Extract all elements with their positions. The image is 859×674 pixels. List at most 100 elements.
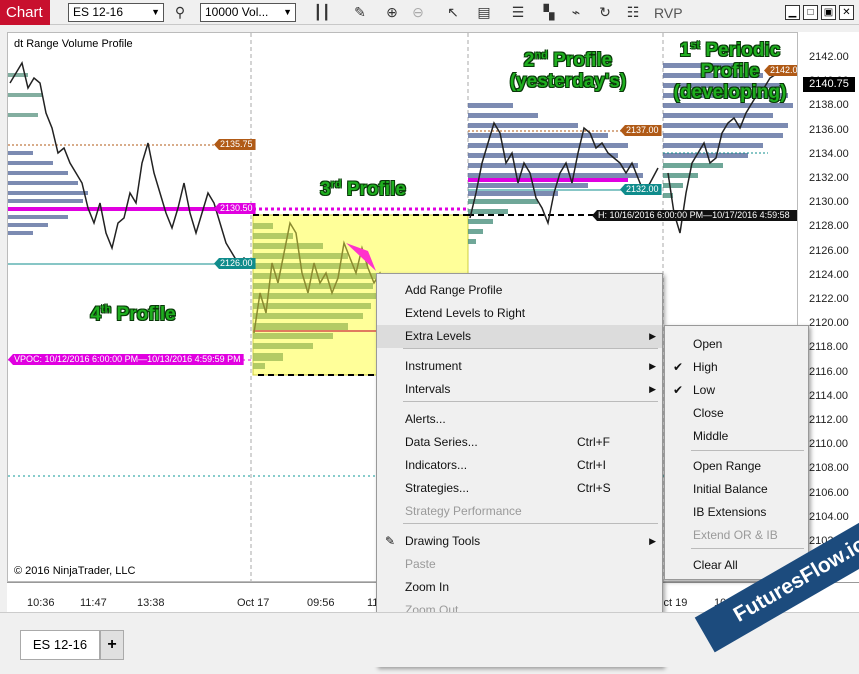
- submenu-item-label: Low: [693, 383, 716, 397]
- profile-2-histogram-low: [468, 199, 538, 244]
- menu-item-drawing-tools[interactable]: Drawing Tools ▶ ✎: [377, 530, 662, 553]
- chevron-down-icon: ▼: [151, 7, 160, 17]
- rvp-label[interactable]: RVP: [654, 5, 683, 21]
- submenu-item-open-range[interactable]: Open Range: [665, 455, 808, 478]
- menu-item-label: Instrument: [405, 359, 462, 373]
- submenu-item-open[interactable]: Open: [665, 333, 808, 356]
- checkmark-icon: ✔: [673, 383, 684, 397]
- menu-item-extend-levels-to-right[interactable]: Extend Levels to Right: [377, 302, 662, 325]
- menu-item-label: Add Range Profile: [405, 283, 503, 297]
- toolbar: Chart ES 12-16 ▼ ⚲ 10000 Vol... ▼ ┃┃ ✎ ⊕ ⊖…: [0, 0, 859, 25]
- zoom-in-icon[interactable]: ⊕: [382, 3, 402, 22]
- profile-2-histogram: [468, 103, 643, 196]
- strategy-icon[interactable]: ▚: [539, 3, 559, 22]
- submenu-item-high[interactable]: High ✔: [665, 356, 808, 379]
- menu-separator: [691, 548, 804, 549]
- menu-item-strategies[interactable]: Strategies... Ctrl+S: [377, 477, 662, 500]
- price-tag-2137: 2137.00: [620, 125, 662, 136]
- high-range-tag: H: 10/16/2016 6:00:00 PM—10/17/2016 4:59…: [592, 210, 797, 221]
- minimize-button[interactable]: ▁: [785, 5, 800, 20]
- cursor-icon[interactable]: ↖: [443, 3, 463, 22]
- menu-shortcut: Ctrl+F: [577, 435, 610, 449]
- x-tick-label: 09:56: [307, 597, 335, 609]
- annotation-profile-4: 4th Profile: [90, 304, 176, 326]
- search-icon[interactable]: ⚲: [170, 3, 190, 22]
- last-price-marker: 2140.75: [803, 77, 855, 92]
- price-tag-2126: 2126.00: [214, 258, 256, 269]
- menu-item-label: Extra Levels: [405, 329, 472, 343]
- interval-value: 10000 Vol...: [205, 5, 269, 19]
- menu-item-label: Strategies...: [405, 481, 470, 495]
- y-tick-label: 2126.00: [809, 244, 849, 257]
- checkmark-icon: ✔: [673, 360, 684, 374]
- submenu-item-middle[interactable]: Middle: [665, 425, 808, 448]
- submenu-item-label: Open: [693, 337, 723, 351]
- menu-item-alerts[interactable]: Alerts...: [377, 408, 662, 431]
- y-tick-label: 2124.00: [809, 268, 849, 281]
- copyright-label: © 2016 NinjaTrader, LLC: [14, 565, 136, 577]
- close-button[interactable]: ✕: [839, 5, 854, 20]
- y-tick-label: 2114.00: [809, 389, 848, 402]
- submenu-item-label: Middle: [693, 429, 729, 443]
- bar-style-icon[interactable]: ┃┃: [312, 3, 332, 22]
- menu-item-indicators[interactable]: Indicators... Ctrl+I: [377, 454, 662, 477]
- profile-1-histogram-low: [663, 163, 723, 198]
- x-tick-label: 10:36: [27, 597, 55, 609]
- indicators-icon[interactable]: ⌁: [566, 3, 586, 22]
- price-tag-2142: 2142.00: [764, 65, 797, 76]
- annotation-profile-2: 2nd Profile (yesterday's): [509, 50, 627, 93]
- pencil-icon[interactable]: ✎: [350, 3, 370, 22]
- menu-item-label: Data Series...: [405, 435, 478, 449]
- y-tick-label: 2118.00: [809, 341, 848, 354]
- submenu-item-ib-extensions[interactable]: IB Extensions: [665, 501, 808, 524]
- menu-item-add-range-profile[interactable]: Add Range Profile: [377, 279, 662, 302]
- x-tick-label: 13:38: [137, 597, 165, 609]
- interval-selector[interactable]: 10000 Vol... ▼: [200, 3, 296, 22]
- maximize-button[interactable]: □: [803, 5, 818, 20]
- submenu-item-label: IB Extensions: [693, 505, 767, 519]
- menu-item-paste: Paste: [377, 553, 662, 576]
- tab-instrument[interactable]: ES 12-16: [20, 630, 100, 660]
- menu-item-instrument[interactable]: Instrument ▶: [377, 355, 662, 378]
- submenu-arrow-icon: ▶: [649, 361, 656, 371]
- x-tick-label: Oct 17: [237, 597, 270, 609]
- y-tick-label: 2106.00: [809, 486, 849, 499]
- menu-item-zoom-in[interactable]: Zoom In: [377, 576, 662, 599]
- price-tag-2135: 2135.75: [214, 139, 256, 150]
- submenu-arrow-icon: ▶: [649, 536, 656, 546]
- extra-levels-submenu: Open High ✔ Low ✔ Close Middle Open Range Initia…: [664, 325, 809, 580]
- menu-item-data-series[interactable]: Data Series... Ctrl+F: [377, 431, 662, 454]
- submenu-item-low[interactable]: Low ✔: [665, 379, 808, 402]
- x-tick-label: 11:47: [80, 597, 107, 609]
- properties-icon[interactable]: ☰: [508, 3, 528, 22]
- submenu-item-label: Extend OR & IB: [693, 528, 778, 542]
- y-tick-label: 2122.00: [809, 293, 849, 305]
- list-icon[interactable]: ☷: [623, 3, 643, 22]
- data-box-icon[interactable]: ▤: [474, 3, 494, 22]
- submenu-item-close[interactable]: Close: [665, 402, 808, 425]
- menu-item-label: Extend Levels to Right: [405, 306, 526, 320]
- menu-separator: [403, 401, 658, 402]
- y-tick-label: 2120.00: [809, 317, 849, 330]
- y-tick-label: 2138.00: [809, 99, 849, 112]
- submenu-item-initial-balance[interactable]: Initial Balance: [665, 478, 808, 501]
- y-tick-label: 2104.00: [809, 510, 849, 523]
- y-tick-label: 2132.00: [809, 172, 849, 184]
- menu-item-extra-levels[interactable]: Extra Levels ▶: [377, 325, 662, 348]
- refresh-icon[interactable]: ↻: [595, 3, 615, 22]
- annotation-profile-3: 3rd Profile: [320, 179, 406, 201]
- instrument-selector[interactable]: ES 12-16 ▼: [68, 3, 164, 22]
- menu-item-label: Zoom In: [405, 580, 450, 594]
- menu-item-label: Paste: [405, 557, 436, 571]
- restore-button[interactable]: ▣: [821, 5, 836, 20]
- menu-shortcut: Ctrl+S: [577, 481, 611, 495]
- y-tick-label: 2108.00: [809, 462, 849, 475]
- menu-separator: [403, 348, 658, 349]
- add-tab-button[interactable]: +: [100, 630, 124, 660]
- menu-item-label: Intervals: [405, 382, 451, 396]
- vpoc-tag: VPOC: 10/12/2016 6:00:00 PM—10/13/2016 4…: [8, 354, 244, 365]
- y-tick-label: 2112.00: [809, 414, 848, 426]
- menu-item-intervals[interactable]: Intervals ▶: [377, 378, 662, 401]
- zoom-out-icon: ⊖: [412, 4, 424, 20]
- y-tick-label: 2110.00: [809, 438, 848, 451]
